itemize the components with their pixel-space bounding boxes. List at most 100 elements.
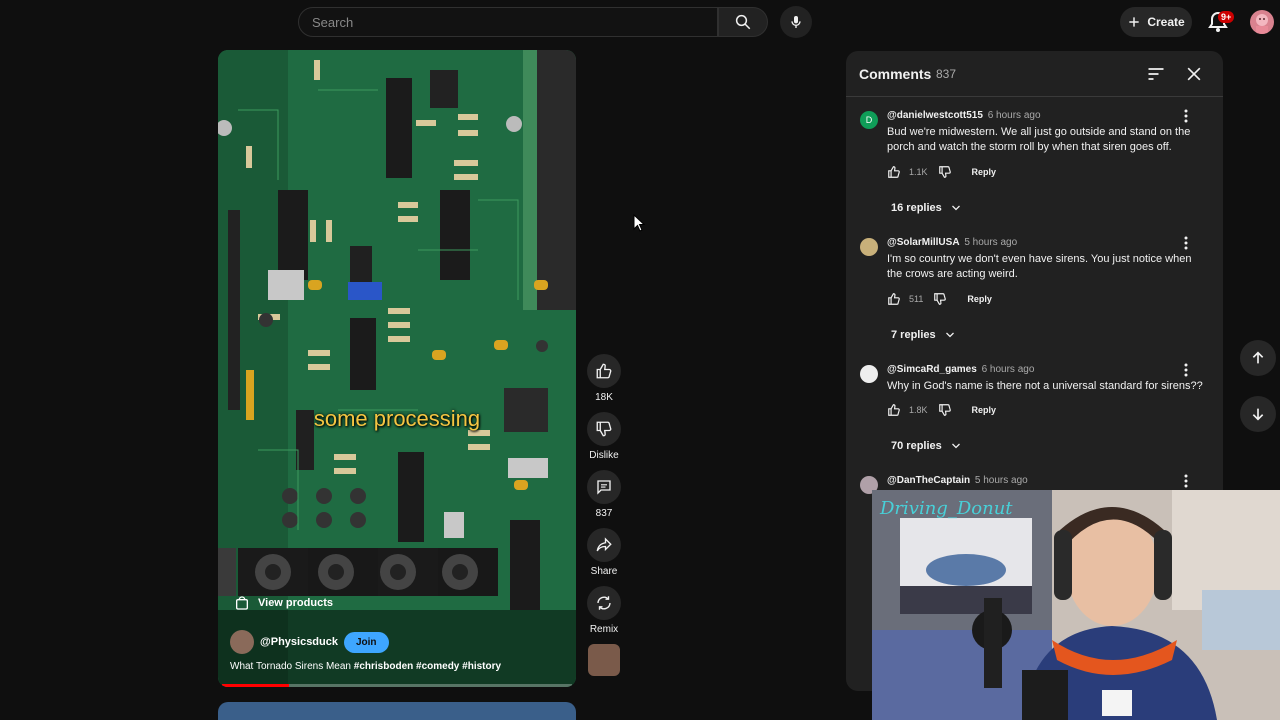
channel-name[interactable]: @Physicsduck xyxy=(260,636,338,648)
shopping-bag-icon xyxy=(236,596,248,610)
thumbs-down-icon xyxy=(596,421,612,437)
replies-count: 7 replies xyxy=(891,329,936,341)
more-options-icon[interactable] xyxy=(1180,109,1192,123)
comment-time: 6 hours ago xyxy=(981,364,1035,375)
video-title[interactable]: What Tornado Sirens Mean #chrisboden #co… xyxy=(230,661,560,672)
arrow-down-icon xyxy=(1252,408,1264,421)
comments-title: Comments xyxy=(859,66,932,82)
like-count: 18K xyxy=(595,392,613,403)
view-products-button[interactable]: View products xyxy=(234,595,333,611)
remix-label: Remix xyxy=(589,624,619,635)
shorts-actions: 18K Dislike 837 Share Remix xyxy=(584,354,624,685)
notifications-badge: 9+ xyxy=(1218,11,1235,23)
comment-text: Bud we're midwestern. We all just go out… xyxy=(887,126,1191,153)
shorts-navigation xyxy=(1240,340,1276,452)
reply-button[interactable]: Reply xyxy=(972,405,997,415)
view-replies-button[interactable]: 70 replies xyxy=(891,440,962,452)
remix-action[interactable]: Remix xyxy=(584,586,624,635)
shorts-video-player[interactable]: some processing View products @Physicsdu… xyxy=(218,50,576,687)
share-label: Share xyxy=(590,566,618,577)
close-icon[interactable] xyxy=(1184,64,1204,84)
avatar-image xyxy=(1256,14,1268,34)
create-label: Create xyxy=(1147,15,1185,29)
comment-actions: 1.1K Reply xyxy=(887,165,996,179)
video-title-text: What Tornado Sirens Mean xyxy=(230,661,351,672)
comments-header: Comments 837 xyxy=(846,51,1223,97)
reply-button[interactable]: Reply xyxy=(967,294,992,304)
remix-icon xyxy=(597,596,611,610)
channel-avatar[interactable] xyxy=(230,630,254,654)
replies-count: 16 replies xyxy=(891,202,942,214)
comment-text: I'm so country we don't even have sirens… xyxy=(887,253,1192,280)
comments-count: 837 xyxy=(595,508,613,519)
comment-text: Why in God's name is there not a univers… xyxy=(887,380,1203,392)
like-action[interactable]: 18K xyxy=(584,354,624,403)
chevron-down-icon xyxy=(945,332,954,338)
comment-author[interactable]: @DanTheCaptain 5 hours ago xyxy=(887,475,1028,486)
comment-like-count: 1.8K xyxy=(909,405,928,415)
share-action[interactable]: Share xyxy=(584,528,624,577)
comment-avatar[interactable] xyxy=(860,238,878,256)
more-options-icon[interactable] xyxy=(1180,236,1192,250)
audio-thumbnail[interactable] xyxy=(588,644,620,676)
dislike-button[interactable] xyxy=(587,412,621,446)
top-bar: Search Create 9+ xyxy=(0,0,1280,44)
comments-action[interactable]: 837 xyxy=(584,470,624,519)
video-hashtags[interactable]: #chrisboden #comedy #history xyxy=(354,661,501,672)
comment-time: 5 hours ago xyxy=(974,475,1028,486)
comment-author-name: @danielwestcott515 xyxy=(887,110,983,121)
view-products-label: View products xyxy=(258,597,333,609)
microphone-icon xyxy=(791,16,801,28)
search-button[interactable] xyxy=(718,7,768,37)
comment-avatar[interactable]: D xyxy=(860,111,878,129)
previous-short-button[interactable] xyxy=(1240,340,1276,376)
comment-author[interactable]: @SimcaRd_games 6 hours ago xyxy=(887,364,1034,375)
mouse-cursor-icon xyxy=(633,214,645,232)
chevron-down-icon xyxy=(951,205,960,211)
comment-author-name: @DanTheCaptain xyxy=(887,475,971,486)
comment-avatar[interactable] xyxy=(860,365,878,383)
thumbs-down-icon[interactable] xyxy=(938,165,952,179)
comments-button[interactable] xyxy=(587,470,621,504)
replies-count: 70 replies xyxy=(891,440,942,452)
more-options-icon[interactable] xyxy=(1180,363,1192,377)
thumbs-up-icon xyxy=(596,363,612,379)
comment-author[interactable]: @SolarMillUSA 5 hours ago xyxy=(887,237,1017,248)
share-button[interactable] xyxy=(587,528,621,562)
reply-button[interactable]: Reply xyxy=(972,167,997,177)
arrow-up-icon xyxy=(1252,351,1264,364)
video-frame-circuit-board xyxy=(218,50,576,687)
view-replies-button[interactable]: 16 replies xyxy=(891,202,962,214)
dislike-label: Dislike xyxy=(589,450,619,461)
audio-source[interactable] xyxy=(584,644,624,676)
view-replies-button[interactable]: 7 replies xyxy=(891,329,956,341)
video-progress-fill xyxy=(222,684,289,687)
thumbs-up-icon[interactable] xyxy=(887,403,901,417)
video-caption: some processing xyxy=(313,406,481,431)
thumbs-down-icon[interactable] xyxy=(938,403,952,417)
thumbs-up-icon[interactable] xyxy=(887,165,901,179)
comment-author[interactable]: @danielwestcott515 6 hours ago xyxy=(887,110,1041,121)
comments-total: 837 xyxy=(936,67,957,81)
next-short-button[interactable] xyxy=(1240,396,1276,432)
video-progress-bar[interactable] xyxy=(222,684,572,687)
more-options-icon[interactable] xyxy=(1180,474,1192,488)
search-placeholder: Search xyxy=(312,15,354,30)
webcam-overlay-text: Driving_Donut xyxy=(880,498,1013,519)
voice-search-button[interactable] xyxy=(780,6,812,38)
comment-actions: 511 Reply xyxy=(887,292,992,306)
comment-like-count: 1.1K xyxy=(909,167,928,177)
dislike-action[interactable]: Dislike xyxy=(584,412,624,461)
webcam-scene xyxy=(872,490,1280,720)
join-button[interactable]: Join xyxy=(343,631,389,653)
next-short-preview[interactable] xyxy=(218,702,576,720)
search-input[interactable]: Search xyxy=(298,7,718,37)
thumbs-up-icon[interactable] xyxy=(887,292,901,306)
remix-button[interactable] xyxy=(587,586,621,620)
create-button[interactable]: Create xyxy=(1120,7,1192,37)
account-avatar[interactable] xyxy=(1250,10,1274,34)
like-button[interactable] xyxy=(587,354,621,388)
sort-icon[interactable] xyxy=(1146,64,1166,84)
comment-like-count: 511 xyxy=(909,294,924,304)
thumbs-down-icon[interactable] xyxy=(933,292,947,306)
